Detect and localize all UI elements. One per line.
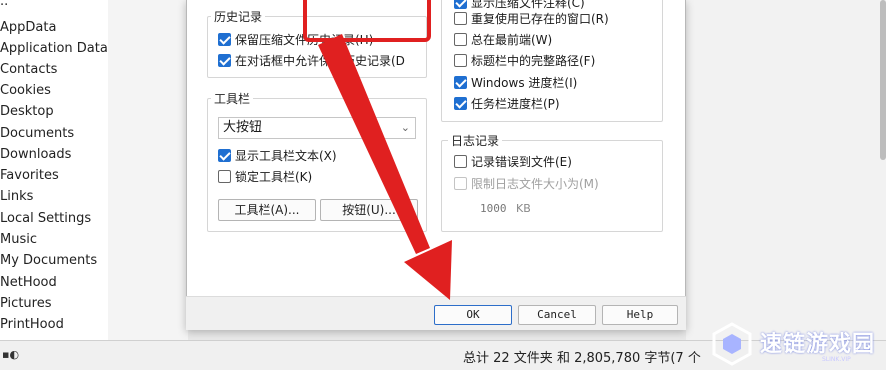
watermark-icon (712, 322, 752, 366)
watermark-subtext: SLINK.VIP (822, 356, 851, 363)
watermark-logo: 速链游戏园 SLINK.VIP (710, 318, 880, 370)
watermark-text: 速链游戏园 (760, 332, 876, 357)
annotation-arrow-icon (318, 34, 452, 300)
